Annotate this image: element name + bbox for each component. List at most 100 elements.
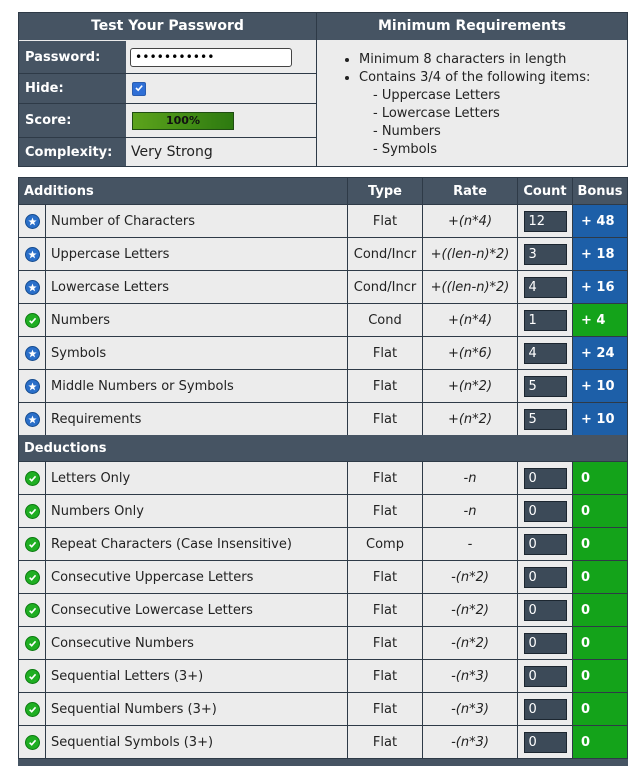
criterion-type: Flat [348, 561, 423, 593]
count-field: 5 [523, 408, 567, 430]
status-cell [19, 627, 46, 659]
count-cell: 4 [518, 337, 573, 369]
table-row: Requirements Flat +(n*2) 5 + 10 [19, 403, 627, 435]
criterion-name: Lowercase Letters [46, 271, 348, 303]
count-cell: 5 [518, 370, 573, 402]
criterion-name: Uppercase Letters [46, 238, 348, 270]
criterion-name: Letters Only [46, 462, 348, 494]
criterion-type: Flat [348, 337, 423, 369]
star-icon [24, 246, 40, 262]
complexity-label: Complexity: [19, 138, 126, 166]
count-field: 0 [523, 665, 567, 687]
table-footer-strip [18, 759, 628, 766]
count-cell: 0 [518, 561, 573, 593]
count-header: Count [518, 178, 573, 204]
table-row: Middle Numbers or Symbols Flat +(n*2) 5 + 10 [19, 370, 627, 403]
hide-checkbox[interactable] [132, 81, 146, 96]
criterion-rate: -n [423, 462, 518, 494]
bonus-value: + 10 [573, 403, 627, 435]
criterion-name: Sequential Symbols (3+) [46, 726, 348, 758]
count-field: 0 [523, 632, 567, 654]
check-icon [24, 668, 40, 684]
count-cell: 0 [518, 462, 573, 494]
count-cell: 12 [518, 205, 573, 237]
bonus-value: 0 [573, 495, 627, 527]
criterion-rate: -(n*3) [423, 726, 518, 758]
status-cell [19, 561, 46, 593]
count-cell: 0 [518, 528, 573, 560]
status-cell [19, 370, 46, 402]
criterion-rate: +(n*4) [423, 304, 518, 336]
password-row: Password: [19, 41, 316, 73]
count-field: 1 [523, 309, 567, 331]
bonus-value: 0 [573, 693, 627, 725]
criterion-name: Consecutive Uppercase Letters [46, 561, 348, 593]
star-icon [24, 411, 40, 427]
complexity-value: Very Strong [127, 138, 316, 166]
check-icon [24, 536, 40, 552]
criterion-rate: -(n*2) [423, 561, 518, 593]
table-row: Symbols Flat +(n*6) 4 + 24 [19, 337, 627, 370]
table-row: Sequential Numbers (3+) Flat -(n*3) 0 0 [19, 693, 627, 726]
criterion-type: Flat [348, 495, 423, 527]
status-cell [19, 403, 46, 435]
count-cell: 0 [518, 693, 573, 725]
criterion-name: Repeat Characters (Case Insensitive) [46, 528, 348, 560]
complexity-row: Complexity: Very Strong [19, 138, 316, 166]
criterion-type: Flat [348, 627, 423, 659]
score-label: Score: [19, 104, 126, 137]
count-field: 4 [523, 276, 567, 298]
criterion-type: Flat [348, 726, 423, 758]
count-cell: 0 [518, 627, 573, 659]
table-row: Uppercase Letters Cond/Incr +((len-n)*2) 3 +… [19, 238, 627, 271]
bonus-value: 0 [573, 561, 627, 593]
count-cell: 3 [518, 238, 573, 270]
count-field: 12 [523, 210, 567, 232]
bonus-value: + 18 [573, 238, 627, 270]
status-cell [19, 238, 46, 270]
count-cell: 0 [518, 660, 573, 692]
count-cell: 0 [518, 726, 573, 758]
table-row: Numbers Only Flat -n 0 0 [19, 495, 627, 528]
criterion-name: Number of Characters [46, 205, 348, 237]
password-input[interactable] [130, 47, 292, 67]
status-cell [19, 462, 46, 494]
table-row: Number of Characters Flat +(n*4) 12 + 48 [19, 205, 627, 238]
criterion-rate: -(n*3) [423, 660, 518, 692]
count-field: 0 [523, 731, 567, 753]
check-mark-icon [135, 84, 143, 91]
criterion-type: Flat [348, 403, 423, 435]
check-icon [24, 635, 40, 651]
criterion-name: Requirements [46, 403, 348, 435]
star-icon [24, 345, 40, 361]
bonus-value: + 10 [573, 370, 627, 402]
criterion-type: Flat [348, 370, 423, 402]
check-icon [24, 312, 40, 328]
count-field: 0 [523, 500, 567, 522]
check-icon [24, 569, 40, 585]
check-icon [24, 470, 40, 486]
password-label: Password: [19, 41, 126, 73]
deductions-header: Deductions [19, 435, 627, 462]
requirement-sub-item: - Numbers [373, 124, 441, 139]
hide-row: Hide: [19, 74, 316, 103]
bonus-header: Bonus [577, 183, 623, 199]
requirements-list: Minimum 8 characters in length Contains … [317, 41, 627, 166]
criterion-type: Flat [348, 660, 423, 692]
count-field: 3 [523, 243, 567, 265]
status-cell [19, 337, 46, 369]
criterion-name: Sequential Letters (3+) [46, 660, 348, 692]
score-value: 100% [166, 113, 200, 127]
criterion-type: Flat [348, 693, 423, 725]
count-field: 0 [523, 467, 567, 489]
requirement-item: Contains 3/4 of the following items: [359, 69, 627, 87]
status-cell [19, 304, 46, 336]
criterion-type: Comp [348, 528, 423, 560]
criterion-type: Flat [348, 205, 423, 237]
table-row: Consecutive Lowercase Letters Flat -(n*2) 0… [19, 594, 627, 627]
criterion-rate: -n [423, 495, 518, 527]
table-row: Sequential Symbols (3+) Flat -(n*3) 0 0 [19, 726, 627, 758]
star-icon [24, 279, 40, 295]
table-header: Additions Type Rate Count Bonus [19, 178, 627, 205]
count-cell: 1 [518, 304, 573, 336]
